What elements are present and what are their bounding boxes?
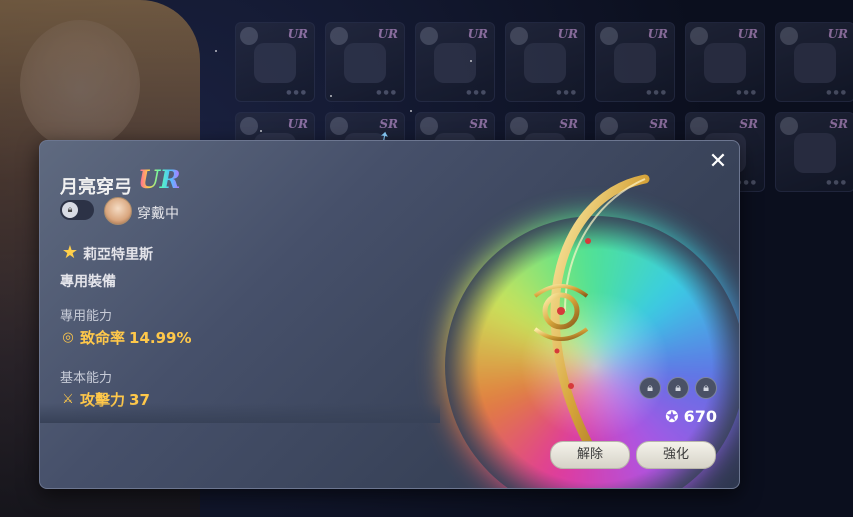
equipped-character-avatar: [104, 197, 132, 225]
inventory-tile[interactable]: UR ●●●: [595, 22, 675, 102]
moon-bow-image: [533, 174, 650, 461]
lock-toggle[interactable]: 🔒︎: [60, 200, 94, 220]
tile-lock-dots: ●●●: [826, 179, 848, 186]
inventory-tile[interactable]: SR ●●●: [775, 112, 853, 192]
tile-lock-dots: ●●●: [736, 89, 758, 96]
inventory-tile[interactable]: UR ●●●: [415, 22, 495, 102]
exclusive-stat-row: ◎ 致命率 14.99%: [60, 327, 192, 348]
sparkle: [470, 60, 472, 62]
inventory-tile[interactable]: UR ●●●: [505, 22, 585, 102]
tile-rank: UR: [827, 27, 848, 41]
item-thumbnail: [704, 43, 746, 83]
item-name: 月亮穿弓: [60, 177, 132, 198]
base-ability-header: 基本能力: [60, 371, 113, 386]
power-score: ✪ 670: [665, 407, 717, 426]
exclusive-label: 專用裝備: [60, 274, 116, 290]
tile-lock-dots: ●●●: [286, 89, 308, 96]
stat-list-fade: [40, 403, 440, 423]
stat-name: 致命率: [80, 329, 126, 347]
tile-rank: UR: [287, 27, 308, 41]
tile-rank: UR: [377, 27, 398, 41]
tile-lock-dots: ●●●: [556, 89, 578, 96]
item-thumbnail: [794, 43, 836, 83]
tile-rank: UR: [737, 27, 758, 41]
tile-rank: UR: [287, 117, 308, 131]
inventory-tile[interactable]: UR ●●●: [775, 22, 853, 102]
tile-rank: UR: [557, 27, 578, 41]
lock-icon: 🔒︎: [62, 202, 78, 218]
sparkle: [260, 130, 262, 132]
option-lock-slots: 🔒︎ 🔒︎ 🔒︎: [639, 377, 717, 399]
character-face: [20, 20, 140, 150]
slot-avatar-icon: [690, 117, 708, 135]
crit-rate-icon: ◎: [62, 330, 74, 345]
slot-avatar-icon: [780, 117, 798, 135]
slot-avatar-icon: [330, 27, 348, 45]
slot-avatar-icon: [600, 27, 618, 45]
lock-slot-icon[interactable]: 🔒︎: [667, 377, 689, 399]
inventory-tile[interactable]: UR ●●●: [325, 22, 405, 102]
power-icon: ✪: [665, 407, 679, 426]
tile-rank: SR: [649, 117, 668, 131]
tile-lock-dots: ●●●: [646, 89, 668, 96]
tile-rank: SR: [469, 117, 488, 131]
slot-avatar-icon: [510, 117, 528, 135]
sparkle: [215, 50, 217, 52]
item-thumbnail: [524, 43, 566, 83]
item-detail-dialog: 月亮穿弓 UR 🔒︎ 穿戴中 ★ 莉亞特里斯 專用裝備 專用能力 ◎ 致命率 1…: [39, 140, 740, 489]
sparkle: [330, 95, 332, 97]
slot-avatar-icon: [510, 27, 528, 45]
tile-rank: SR: [829, 117, 848, 131]
lock-slot-icon[interactable]: 🔒︎: [695, 377, 717, 399]
slot-avatar-icon: [330, 117, 348, 135]
slot-avatar-icon: [690, 27, 708, 45]
item-thumbnail: [254, 43, 296, 83]
star-icon: ★: [61, 242, 79, 263]
sparkle: [410, 110, 412, 112]
slot-avatar-icon: [420, 117, 438, 135]
tile-rank: UR: [647, 27, 668, 41]
item-thumbnail: [794, 133, 836, 173]
stat-value: 14.99%: [129, 328, 192, 347]
tile-lock-dots: ●●●: [376, 89, 398, 96]
slot-avatar-icon: [780, 27, 798, 45]
item-thumbnail: [614, 43, 656, 83]
inventory-tile[interactable]: UR ●●●: [235, 22, 315, 102]
slot-avatar-icon: [600, 117, 618, 135]
slot-avatar-icon: [420, 27, 438, 45]
slot-avatar-icon: [240, 27, 258, 45]
exclusive-ability-header: 專用能力: [60, 309, 113, 324]
enhance-button[interactable]: 強化: [636, 441, 716, 469]
equip-status: 穿戴中: [137, 206, 179, 222]
lock-slot-icon[interactable]: 🔒︎: [639, 377, 661, 399]
slot-avatar-icon: [240, 117, 258, 135]
power-score-value: 670: [683, 407, 717, 426]
tile-lock-dots: ●●●: [466, 89, 488, 96]
tile-rank: SR: [739, 117, 758, 131]
exclusive-character-name: 莉亞特里斯: [83, 247, 153, 263]
close-icon[interactable]: ✕: [706, 150, 730, 174]
inventory-tile[interactable]: UR ●●●: [685, 22, 765, 102]
tile-rank: SR: [559, 117, 578, 131]
unequip-button[interactable]: 解除: [550, 441, 630, 469]
item-thumbnail: [434, 43, 476, 83]
tile-lock-dots: ●●●: [826, 89, 848, 96]
item-thumbnail: [344, 43, 386, 83]
rank-badge: UR: [138, 165, 181, 194]
tile-rank: UR: [467, 27, 488, 41]
